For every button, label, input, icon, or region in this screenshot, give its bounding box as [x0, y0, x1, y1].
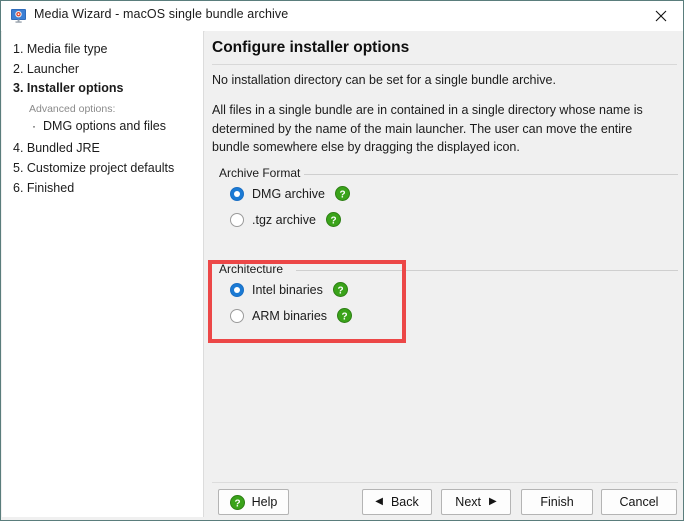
svg-text:?: ? [337, 285, 343, 296]
radio-label-dmg-archive: DMG archive [252, 186, 325, 201]
sidebar-step-installer-options[interactable]: 3. Installer options [13, 81, 123, 95]
back-button[interactable]: ◀ Back [362, 489, 432, 515]
radio-option-arm-binaries[interactable]: ARM binaries ? [230, 308, 353, 323]
wizard-steps-sidebar: 1. Media file type 2. Launcher 3. Instal… [2, 31, 204, 520]
radio-option-dmg-archive[interactable]: DMG archive ? [230, 186, 350, 201]
radio-intel-binaries[interactable] [230, 282, 244, 297]
cancel-button[interactable]: Cancel [601, 489, 677, 515]
sidebar-step-customize-project-defaults[interactable]: 5. Customize project defaults [13, 161, 174, 175]
radio-label-intel-binaries: Intel binaries [252, 282, 323, 297]
sidebar-advanced-options-label: Advanced options: [29, 103, 116, 115]
archive-format-legend: Archive Format [219, 166, 301, 180]
monitor-icon [11, 9, 26, 23]
close-icon[interactable] [638, 1, 683, 30]
content-panel: Configure installer options No installat… [205, 31, 683, 520]
sidebar-step-bundled-jre[interactable]: 4. Bundled JRE [13, 141, 100, 155]
radio-label-arm-binaries: ARM binaries [252, 308, 328, 323]
next-button[interactable]: Next ▶ [441, 489, 511, 515]
window-bottom-strip [2, 517, 683, 520]
sidebar-step-media-file-type[interactable]: 1. Media file type [13, 42, 108, 56]
sidebar-step-finished[interactable]: 6. Finished [13, 181, 74, 195]
chevron-right-icon: ▶ [489, 496, 497, 507]
description-line-2: All files in a single bundle are in cont… [212, 103, 643, 154]
title-divider [212, 64, 677, 65]
help-icon[interactable]: ? [325, 212, 341, 227]
architecture-legend: Architecture [219, 262, 284, 276]
bullet-icon: · [32, 119, 36, 133]
architecture-group: Architecture Intel binaries ? ARM binari… [212, 262, 678, 330]
media-wizard-window: Media Wizard - macOS single bundle archi… [0, 0, 684, 521]
cancel-button-label: Cancel [619, 495, 659, 509]
help-button[interactable]: ? Help [218, 489, 289, 515]
radio-tgz-archive[interactable] [230, 212, 244, 227]
window-title: Media Wizard - macOS single bundle archi… [34, 7, 289, 21]
chevron-left-icon: ◀ [375, 496, 383, 507]
svg-text:?: ? [339, 189, 345, 200]
description-line-1: No installation directory can be set for… [212, 73, 556, 87]
architecture-divider [296, 270, 678, 271]
archive-format-group: Archive Format DMG archive ? .tgz archiv… [212, 166, 678, 234]
footer-divider [212, 482, 678, 483]
help-icon[interactable]: ? [337, 308, 353, 323]
back-button-label: Back [390, 495, 419, 509]
help-icon[interactable]: ? [332, 282, 348, 297]
sidebar-item-dmg-options-and-files[interactable]: · DMG options and files [32, 119, 166, 133]
svg-text:?: ? [330, 215, 336, 226]
radio-arm-binaries[interactable] [230, 308, 244, 323]
svg-text:?: ? [234, 498, 240, 509]
radio-option-tgz-archive[interactable]: .tgz archive ? [230, 212, 341, 227]
radio-dmg-archive[interactable] [230, 186, 244, 201]
archive-format-divider [304, 174, 678, 175]
sidebar-sub-item-label: DMG options and files [43, 119, 166, 133]
title-bar: Media Wizard - macOS single bundle archi… [1, 1, 683, 32]
finish-button-label: Finish [540, 495, 574, 509]
page-title: Configure installer options [212, 39, 410, 56]
svg-text:?: ? [341, 311, 347, 322]
radio-option-intel-binaries[interactable]: Intel binaries ? [230, 282, 348, 297]
help-icon: ? [229, 494, 245, 510]
help-icon[interactable]: ? [334, 186, 350, 201]
radio-label-tgz-archive: .tgz archive [252, 212, 316, 227]
help-button-label: Help [251, 495, 278, 509]
next-button-label: Next [455, 495, 481, 509]
finish-button[interactable]: Finish [521, 489, 593, 515]
sidebar-step-launcher[interactable]: 2. Launcher [13, 62, 79, 76]
